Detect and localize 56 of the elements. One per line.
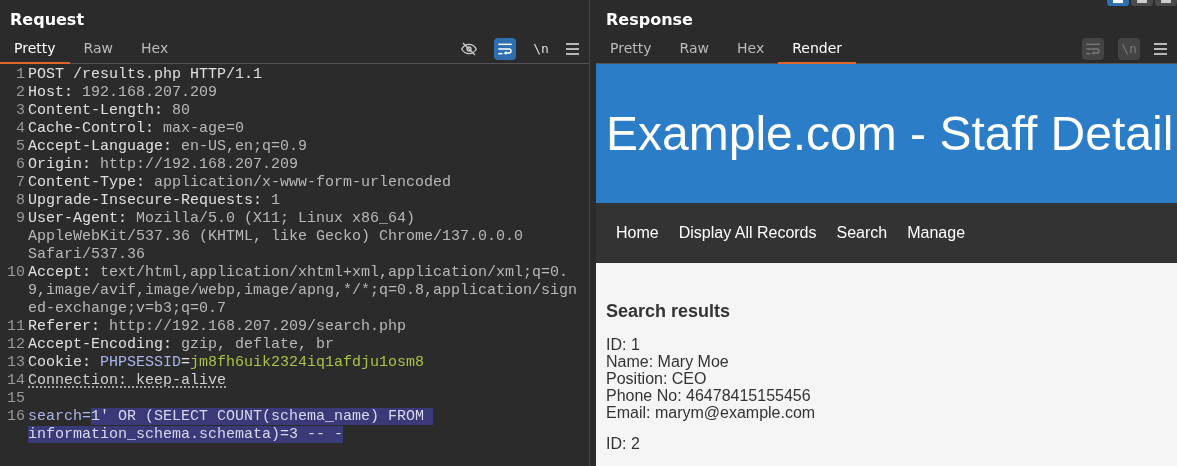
code-line: Content-Type: application/x-www-form-urlencoded: [28, 174, 453, 192]
line-number: 3: [15, 102, 26, 120]
code-line: Upgrade-Insecure-Requests: 1: [28, 192, 282, 210]
record-field: Name: Mary Moe: [606, 353, 1167, 370]
panel-title: Request: [9, 9, 85, 31]
nav-link[interactable]: Display All Records: [668, 224, 827, 242]
record-field: Position: CEO: [606, 370, 1167, 387]
line-number: 9: [15, 210, 26, 229]
line-number: 1: [15, 66, 26, 84]
results-heading: Search results: [606, 301, 732, 322]
record-field: Phone No: 46478415155456: [606, 387, 1167, 404]
line-number: 10: [6, 264, 26, 283]
line-number: 7: [15, 174, 26, 192]
line-number: 2: [15, 84, 26, 102]
line-number: 16: [6, 408, 26, 427]
code-line: Referer: http://192.168.207.209/search.php: [28, 318, 408, 336]
menu-icon[interactable]: [1154, 42, 1167, 55]
nav-link[interactable]: Home: [606, 224, 669, 242]
code-line: Accept-Encoding: gzip, deflate, br: [28, 336, 336, 354]
wrap-icon: [497, 41, 513, 56]
record-field: Email: marym@example.com: [606, 404, 1167, 421]
line-number: 4: [15, 120, 26, 138]
code-line: Cookie: PHPSESSID=jm8fh6uik2324iq1afdju1osm8: [28, 354, 426, 372]
code-line: Cache-Control: max-age=0: [28, 120, 246, 138]
view-tab[interactable]: Raw: [69, 33, 127, 64]
line-number: 13: [6, 354, 26, 372]
line-number: 11: [6, 318, 26, 336]
line-number: 12: [6, 336, 26, 354]
eye-off-icon: [460, 40, 478, 57]
page-banner: Example.com - Staff Detail: [596, 64, 1177, 203]
code-line: Host: 192.168.207.209: [28, 84, 219, 102]
code-line: Origin: http://192.168.207.209: [28, 156, 300, 174]
code-line: Accept-Language: en-US,en;q=0.9: [28, 138, 309, 156]
newline-toggle[interactable]: \n: [530, 37, 552, 60]
view-tab[interactable]: Pretty: [596, 33, 666, 64]
view-tab[interactable]: Hex: [127, 33, 183, 64]
wrap-toggle[interactable]: [494, 37, 516, 60]
view-tab[interactable]: Pretty: [0, 33, 70, 64]
code-line: Connection: keep-alive: [28, 372, 228, 390]
wrap-icon: [1085, 41, 1101, 56]
record-field: ID: 1: [606, 336, 1167, 353]
line-number: 14: [6, 372, 26, 390]
line-number: 5: [15, 138, 26, 156]
line-number: 8: [15, 192, 26, 210]
panel-title: Response: [605, 9, 693, 31]
record-field: ID: 2: [606, 435, 1167, 452]
nav-link[interactable]: Manage: [897, 224, 976, 242]
nav-link[interactable]: Search: [826, 224, 898, 242]
view-tab[interactable]: Raw: [665, 33, 723, 64]
menu-icon[interactable]: [566, 42, 579, 55]
line-number: 15: [6, 390, 26, 408]
wrap-toggle[interactable]: [1082, 37, 1104, 60]
code-line: POST /results.php HTTP/1.1: [28, 66, 264, 84]
view-tab[interactable]: Hex: [723, 33, 779, 64]
code-line: Content-Length: 80: [28, 102, 192, 120]
line-number: 6: [15, 156, 26, 174]
